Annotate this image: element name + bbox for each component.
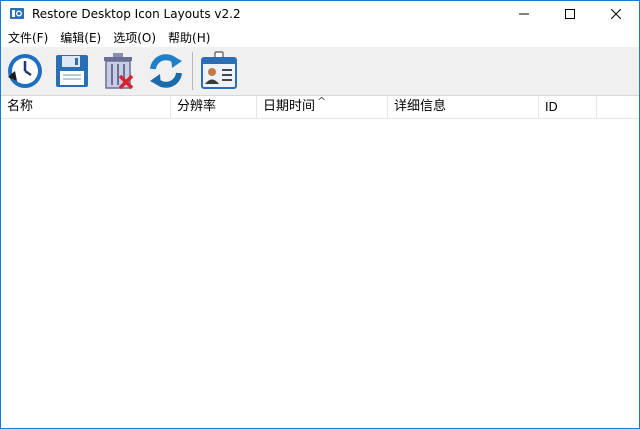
title-bar[interactable]: Restore Desktop Icon Layouts v2.2 [1, 1, 639, 27]
menu-bar: 文件(F) 编辑(E) 选项(O) 帮助(H) [1, 27, 639, 47]
column-header-details[interactable]: 详细信息 [388, 96, 539, 118]
column-header-id[interactable]: ID [539, 96, 597, 118]
menu-file[interactable]: 文件(F) [2, 29, 54, 46]
window-title: Restore Desktop Icon Layouts v2.2 [32, 7, 241, 21]
layout-list[interactable] [1, 119, 639, 428]
menu-options[interactable]: 选项(O) [107, 29, 162, 46]
refresh-icon [150, 54, 182, 88]
restore-button[interactable] [5, 50, 45, 92]
column-header-datetime[interactable]: 日期时间 ^ [257, 95, 388, 118]
about-id-card-icon [201, 51, 237, 89]
delete-button[interactable] [99, 50, 139, 92]
menu-help[interactable]: 帮助(H) [162, 29, 216, 46]
column-header-label: ID [545, 100, 558, 114]
delete-trash-icon [104, 53, 134, 90]
menu-edit[interactable]: 编辑(E) [54, 29, 107, 46]
restore-clock-icon [8, 54, 42, 88]
about-button[interactable] [199, 50, 239, 92]
toolbar [1, 47, 639, 96]
minimize-button[interactable] [501, 1, 547, 27]
maximize-icon [565, 9, 575, 19]
column-header-resolution[interactable]: 分辨率 [171, 96, 257, 118]
toolbar-separator [192, 52, 193, 90]
app-logo-icon [10, 8, 24, 19]
close-icon [611, 9, 621, 19]
app-window: Restore Desktop Icon Layouts v2.2 文件(F) … [0, 0, 640, 429]
list-header: 名称 分辨率 日期时间 ^ 详细信息 ID [1, 95, 639, 119]
column-header-label: 日期时间 [263, 99, 316, 114]
minimize-icon [519, 13, 529, 15]
column-header-name[interactable]: 名称 [1, 96, 171, 118]
save-button[interactable] [52, 50, 92, 92]
column-header-label: 名称 [7, 99, 34, 114]
sort-ascending-icon: ^ [317, 95, 327, 108]
close-button[interactable] [593, 1, 639, 27]
save-floppy-icon [56, 55, 88, 87]
refresh-button[interactable] [146, 50, 186, 92]
maximize-button[interactable] [547, 1, 593, 27]
column-header-label: 详细信息 [394, 99, 447, 114]
column-header-label: 分辨率 [177, 99, 217, 114]
